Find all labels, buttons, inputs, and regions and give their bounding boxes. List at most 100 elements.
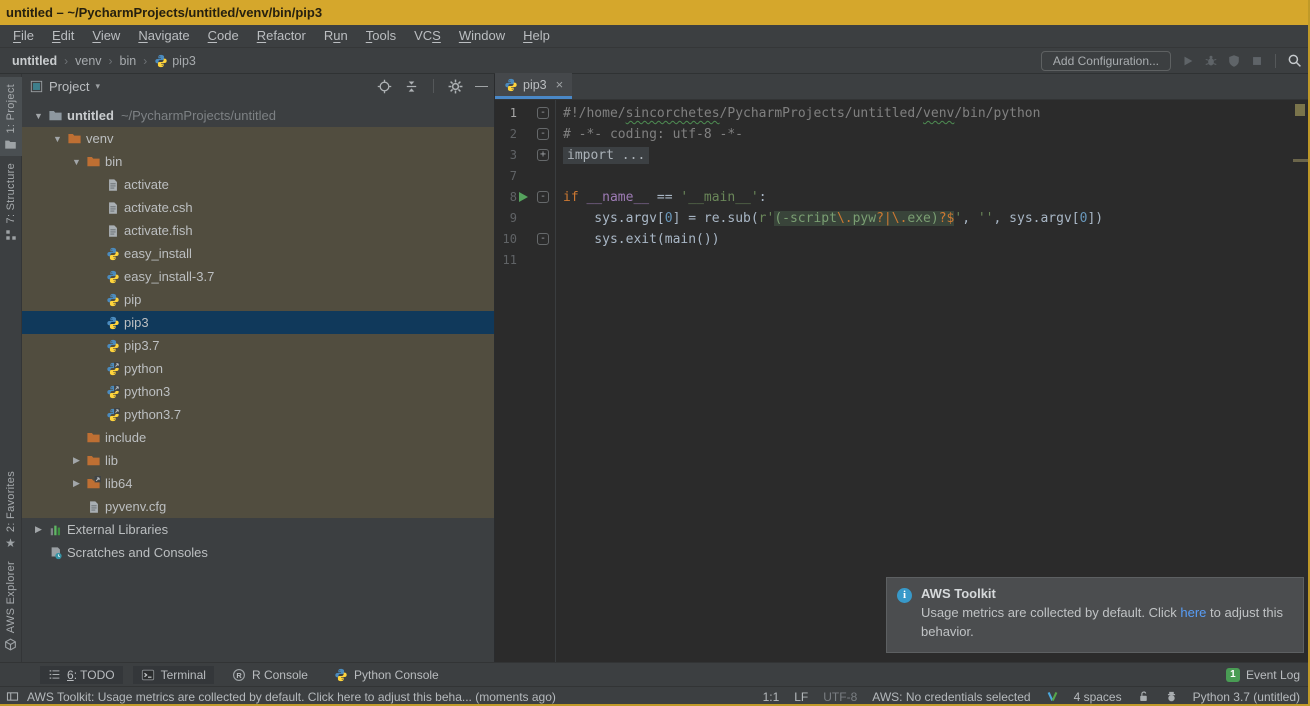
chevron-right-icon[interactable]: ▶ — [68, 478, 85, 489]
run-icon — [1181, 54, 1195, 68]
menu-help[interactable]: Help — [514, 25, 559, 47]
line-number: 3 — [495, 145, 517, 166]
close-icon[interactable]: × — [556, 79, 564, 91]
chevron-down-icon[interactable]: ▼ — [30, 111, 47, 121]
fold-collapse-icon[interactable] — [537, 233, 549, 245]
fold-collapse-icon[interactable] — [537, 128, 549, 140]
aws-credentials[interactable]: AWS: No credentials selected — [872, 690, 1030, 704]
tree-item-bin[interactable]: ▼bin — [22, 150, 494, 173]
stripe-item-aws-explorer[interactable]: AWS Explorer — [0, 554, 22, 656]
add-configuration-button[interactable]: Add Configuration... — [1041, 51, 1171, 71]
fold-collapse-icon[interactable] — [537, 107, 549, 119]
chevron-down-icon[interactable]: ▾ — [95, 81, 100, 92]
project-panel-title[interactable]: Project — [49, 79, 89, 94]
tree-item-include[interactable]: include — [22, 426, 494, 449]
code-line-3: 3import ... — [495, 145, 1310, 166]
status-message[interactable]: AWS Toolkit: Usage metrics are collected… — [27, 690, 556, 704]
tree-item-activate-csh[interactable]: activate.csh — [22, 196, 494, 219]
menu-bar: FileEditViewNavigateCodeRefactorRunTools… — [0, 25, 1310, 48]
menu-file[interactable]: File — [4, 25, 43, 47]
crumb-untitled[interactable]: untitled — [12, 54, 57, 68]
tree-item-lib64[interactable]: ▶lib64 — [22, 472, 494, 495]
line-separator[interactable]: LF — [794, 690, 808, 704]
chevron-down-icon[interactable]: ▼ — [68, 157, 85, 167]
menu-code[interactable]: Code — [199, 25, 248, 47]
caret-position[interactable]: 1:1 — [763, 690, 780, 704]
menu-tools[interactable]: Tools — [357, 25, 405, 47]
tree-item-pip3[interactable]: pip3 — [22, 311, 494, 334]
tree-item-pip3-7[interactable]: pip3.7 — [22, 334, 494, 357]
v-icon[interactable] — [1046, 690, 1059, 703]
debug-icon — [1204, 54, 1218, 68]
line-number: 1 — [495, 103, 517, 124]
tree-item-lib[interactable]: ▶lib — [22, 449, 494, 472]
menu-edit[interactable]: Edit — [43, 25, 83, 47]
tree-item-python3[interactable]: python3 — [22, 380, 494, 403]
aws-toolkit-notification[interactable]: i AWS Toolkit Usage metrics are collecte… — [886, 577, 1304, 653]
highlighting-level-icon[interactable] — [1165, 690, 1178, 703]
search-button[interactable] — [1287, 53, 1302, 68]
tree-item-venv[interactable]: ▼venv — [22, 127, 494, 150]
tree-item-pip[interactable]: pip — [22, 288, 494, 311]
tool-window-stripe-left: 1: Project7: Structure 2: Favorites★AWS E… — [0, 74, 22, 662]
editor-tabs: pip3 × — [495, 74, 1310, 100]
menu-navigate[interactable]: Navigate — [129, 25, 198, 47]
code-line-2: 2# -*- coding: utf-8 -*- — [495, 124, 1310, 145]
toolwindow-icon — [6, 690, 19, 703]
stop-icon — [1250, 54, 1264, 68]
hide-button[interactable]: — — [475, 77, 488, 95]
chevron-right-icon[interactable]: ▶ — [30, 524, 47, 535]
stripe-item-2-favorites[interactable]: 2: Favorites★ — [0, 464, 22, 554]
crumb-pip3[interactable]: pip3 — [154, 54, 196, 68]
locate-button[interactable] — [377, 79, 392, 94]
locate-icon — [377, 79, 392, 94]
toolwindow-button-python-console[interactable]: Python Console — [326, 666, 447, 684]
menu-view[interactable]: View — [83, 25, 129, 47]
lock-icon[interactable] — [1137, 690, 1150, 703]
run-gutter-icon[interactable] — [519, 192, 528, 202]
event-log-button[interactable]: 1 Event Log — [1226, 668, 1300, 682]
indent-style[interactable]: 4 spaces — [1074, 690, 1122, 704]
tab-pip3[interactable]: pip3 × — [495, 73, 572, 99]
folder-icon — [86, 430, 101, 445]
toolwindow-toggle-icon[interactable] — [6, 690, 19, 703]
tree-item-activate[interactable]: activate — [22, 173, 494, 196]
python-interpreter[interactable]: Python 3.7 (untitled) — [1193, 690, 1300, 704]
settings-button[interactable] — [448, 79, 463, 94]
menu-window[interactable]: Window — [450, 25, 514, 47]
stripe-item-1-project[interactable]: 1: Project — [0, 77, 22, 156]
toolwindow-button-terminal[interactable]: Terminal — [133, 666, 214, 684]
tree-item-external-libraries[interactable]: ▶External Libraries — [22, 518, 494, 541]
here-link[interactable]: here — [1180, 605, 1206, 620]
tree-item-easy-install[interactable]: easy_install — [22, 242, 494, 265]
tree-item-easy-install-3-7[interactable]: easy_install-3.7 — [22, 265, 494, 288]
fold-collapse-icon[interactable] — [537, 191, 549, 203]
collapse-all-button[interactable] — [404, 79, 419, 94]
tree-item-python3-7[interactable]: python3.7 — [22, 403, 494, 426]
crumb-bin[interactable]: bin — [120, 54, 137, 68]
chevron-right-icon[interactable]: ▶ — [68, 455, 85, 466]
coverage-button[interactable] — [1227, 54, 1241, 68]
file-encoding[interactable]: UTF-8 — [823, 690, 857, 704]
chevron-down-icon[interactable]: ▼ — [49, 134, 66, 144]
window-title: untitled – ~/PycharmProjects/untitled/ve… — [6, 5, 322, 20]
line-number: 9 — [495, 208, 517, 229]
tree-item-python[interactable]: python — [22, 357, 494, 380]
crumb-venv[interactable]: venv — [75, 54, 101, 68]
debug-button[interactable] — [1204, 54, 1218, 68]
stop-button[interactable] — [1250, 54, 1264, 68]
menu-run[interactable]: Run — [315, 25, 357, 47]
toolwindow-button-r-console[interactable]: RR Console — [224, 666, 316, 684]
window-titlebar[interactable]: untitled – ~/PycharmProjects/untitled/ve… — [0, 0, 1310, 25]
tree-item-untitled[interactable]: ▼untitled~/PycharmProjects/untitled — [22, 104, 494, 127]
tree-item-activate-fish[interactable]: activate.fish — [22, 219, 494, 242]
menu-vcs[interactable]: VCS — [405, 25, 450, 47]
folder-icon — [86, 154, 101, 169]
tree-item-scratches-and-consoles[interactable]: Scratches and Consoles — [22, 541, 494, 564]
run-button[interactable] — [1181, 54, 1195, 68]
tree-item-pyvenv-cfg[interactable]: pyvenv.cfg — [22, 495, 494, 518]
toolwindow-button-6-todo[interactable]: 6: TODO — [40, 666, 123, 684]
menu-refactor[interactable]: Refactor — [248, 25, 315, 47]
fold-expand-icon[interactable] — [537, 149, 549, 161]
stripe-item-7-structure[interactable]: 7: Structure — [0, 156, 22, 245]
